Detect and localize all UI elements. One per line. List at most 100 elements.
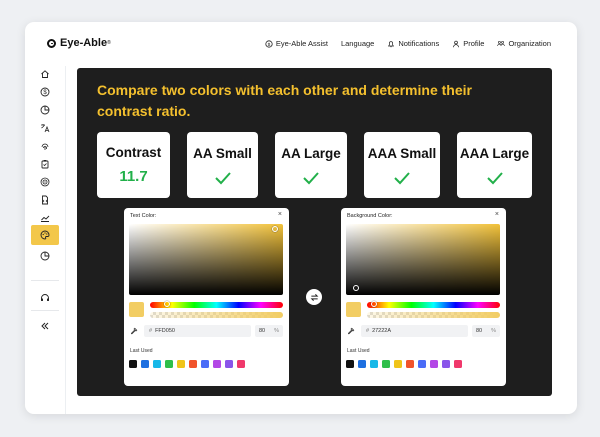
- page-title: Compare two colors with each other and d…: [97, 82, 472, 119]
- app-window: Eye-Able ® $ Eye-Able Assist Language Not…: [25, 22, 577, 414]
- sidebar-item-fingerprint[interactable]: [35, 136, 55, 156]
- fingerprint-icon: [41, 143, 49, 150]
- saturation-area[interactable]: [129, 224, 283, 295]
- sidebar-item-document[interactable]: [35, 190, 55, 210]
- hex-input[interactable]: # 27222A: [361, 325, 468, 337]
- recent-color-swatch[interactable]: [141, 360, 149, 368]
- eyedropper-icon[interactable]: [347, 327, 355, 335]
- recent-colors: [346, 360, 462, 368]
- recent-color-swatch[interactable]: [189, 360, 197, 368]
- clipboard-icon: [41, 160, 49, 169]
- swap-colors-button[interactable]: [306, 289, 322, 305]
- recent-color-swatch[interactable]: [442, 360, 450, 368]
- headset-icon: [41, 294, 49, 301]
- brand-name: Eye-Able: [60, 37, 108, 49]
- sidebar-item-analytics[interactable]: [35, 100, 55, 120]
- nav-eye-able-assist[interactable]: $ Eye-Able Assist: [265, 39, 328, 48]
- sidebar-item-reports[interactable]: [35, 246, 55, 266]
- hex-input[interactable]: # FFD050: [144, 325, 251, 337]
- nav-notifications[interactable]: Notifications: [387, 39, 439, 48]
- recent-color-swatch[interactable]: [394, 360, 402, 368]
- hex-value: FFD050: [155, 328, 175, 334]
- sidebar: $: [25, 66, 66, 414]
- alpha-value: 80: [476, 328, 483, 334]
- recent-color-swatch[interactable]: [418, 360, 426, 368]
- aaa-large-card: AAA Large: [457, 132, 532, 198]
- close-icon[interactable]: ×: [495, 211, 499, 218]
- nav-organization[interactable]: Organization: [497, 39, 551, 48]
- pie-chart-icon: [40, 251, 50, 261]
- hash-icon: #: [149, 328, 153, 334]
- nav-label: Language: [340, 39, 375, 48]
- recent-color-swatch[interactable]: [370, 360, 378, 368]
- brand-logo[interactable]: Eye-Able ®: [47, 37, 111, 49]
- recent-color-swatch[interactable]: [153, 360, 161, 368]
- alpha-slider[interactable]: [367, 312, 500, 318]
- sidebar-item-home[interactable]: [35, 64, 55, 84]
- sidebar-item-translate[interactable]: [35, 118, 55, 138]
- nav-language[interactable]: Language: [341, 39, 374, 48]
- color-preview-swatch: [129, 302, 144, 317]
- sidebar-collapse-button[interactable]: [35, 316, 55, 336]
- nav-profile[interactable]: Profile: [452, 39, 484, 48]
- dollar-circle-icon: $: [265, 39, 273, 47]
- alpha-input[interactable]: 80 %: [472, 325, 500, 337]
- recent-color-swatch[interactable]: [177, 360, 185, 368]
- nav-label: Notifications: [398, 39, 440, 48]
- eyedropper-icon[interactable]: [130, 327, 138, 335]
- aa-small-card: AA Small: [187, 132, 258, 198]
- sidebar-item-dollar[interactable]: $: [35, 82, 55, 102]
- contrast-result-card: Contrast 11.7: [97, 132, 170, 198]
- bell-icon: [388, 40, 395, 47]
- recent-color-swatch[interactable]: [237, 360, 245, 368]
- saturation-cursor[interactable]: [353, 285, 359, 291]
- hue-slider-handle[interactable]: [164, 301, 170, 307]
- alpha-input[interactable]: 80 %: [255, 325, 283, 337]
- close-icon[interactable]: ×: [278, 211, 282, 218]
- nav-label: Eye-Able Assist: [275, 39, 328, 48]
- collapse-icon: [41, 322, 49, 330]
- eye-able-logo-icon: [47, 38, 56, 48]
- sidebar-item-clipboard[interactable]: [35, 154, 55, 174]
- recent-color-swatch[interactable]: [201, 360, 209, 368]
- recent-color-swatch[interactable]: [382, 360, 390, 368]
- palette-icon: [40, 230, 50, 240]
- team-icon: [497, 40, 506, 46]
- recent-color-swatch[interactable]: [430, 360, 438, 368]
- aaa-small-label: AAA Small: [367, 145, 437, 161]
- user-icon: [453, 40, 460, 47]
- picker-title: Text Color:: [130, 213, 157, 219]
- recent-color-swatch[interactable]: [358, 360, 366, 368]
- recent-color-swatch[interactable]: [213, 360, 221, 368]
- sidebar-item-target[interactable]: [35, 172, 55, 192]
- background-color-picker: Background Color: × # 27222A 80 % Last U…: [341, 208, 506, 386]
- alpha-unit: %: [491, 328, 496, 334]
- saturation-area[interactable]: [346, 224, 500, 295]
- nav-label: Profile: [463, 39, 485, 48]
- recent-color-swatch[interactable]: [454, 360, 462, 368]
- recent-color-swatch[interactable]: [346, 360, 354, 368]
- svg-text:$: $: [268, 41, 271, 47]
- text-color-picker: Text Color: × # FFD050 80 % Last Used: [124, 208, 289, 386]
- saturation-cursor[interactable]: [272, 226, 278, 232]
- check-icon: [303, 171, 319, 184]
- recent-colors: [129, 360, 245, 368]
- last-used-label: Last Used: [130, 348, 153, 354]
- sidebar-item-support[interactable]: [35, 288, 55, 308]
- recent-color-swatch[interactable]: [225, 360, 233, 368]
- pie-chart-icon: [40, 105, 50, 115]
- trend-chart-icon: [41, 215, 50, 222]
- hue-slider[interactable]: [150, 301, 283, 308]
- hue-slider-handle[interactable]: [371, 301, 377, 307]
- hue-slider[interactable]: [367, 301, 500, 308]
- sidebar-item-contrast-checker[interactable]: [31, 225, 59, 245]
- aa-large-card: AA Large: [275, 132, 347, 198]
- recent-color-swatch[interactable]: [129, 360, 137, 368]
- aaa-large-label: AAA Large: [459, 145, 530, 161]
- recent-color-swatch[interactable]: [406, 360, 414, 368]
- recent-color-swatch[interactable]: [165, 360, 173, 368]
- target-icon: [40, 177, 50, 187]
- picker-title: Background Color:: [347, 213, 393, 219]
- alpha-slider[interactable]: [150, 312, 283, 318]
- nav-label: Organization: [508, 39, 551, 48]
